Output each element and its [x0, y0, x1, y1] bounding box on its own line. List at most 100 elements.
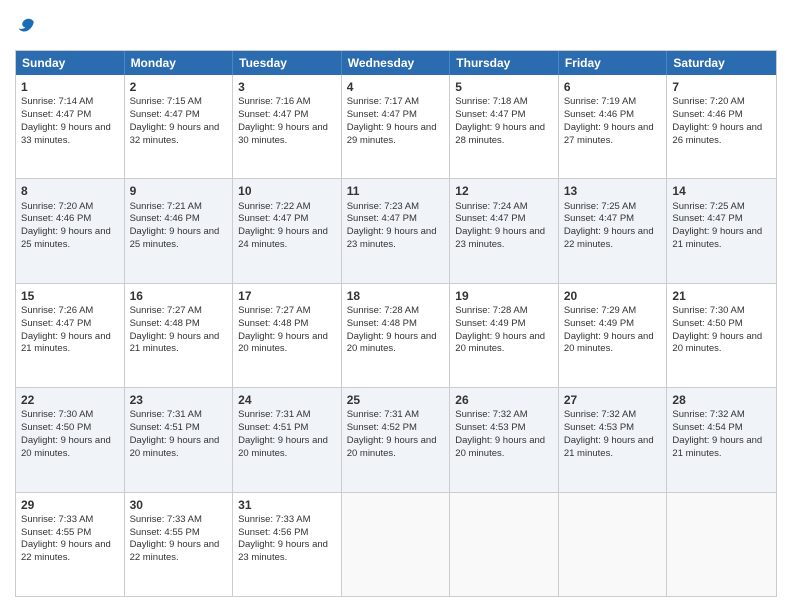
day-cell-10: 10Sunrise: 7:22 AMSunset: 4:47 PMDayligh…: [233, 179, 342, 282]
daylight-text: Daylight: 9 hours and 29 minutes.: [347, 122, 437, 146]
daylight-text: Daylight: 9 hours and 25 minutes.: [21, 226, 111, 250]
sunrise-text: Sunrise: 7:33 AM: [130, 514, 202, 525]
daylight-text: Daylight: 9 hours and 28 minutes.: [455, 122, 545, 146]
daylight-text: Daylight: 9 hours and 20 minutes.: [347, 435, 437, 459]
sunset-text: Sunset: 4:47 PM: [130, 109, 200, 120]
day-cell-22: 22Sunrise: 7:30 AMSunset: 4:50 PMDayligh…: [16, 388, 125, 491]
sunset-text: Sunset: 4:47 PM: [564, 213, 634, 224]
daylight-text: Daylight: 9 hours and 26 minutes.: [672, 122, 762, 146]
day-cell-6: 6Sunrise: 7:19 AMSunset: 4:46 PMDaylight…: [559, 75, 668, 178]
daylight-text: Daylight: 9 hours and 20 minutes.: [238, 435, 328, 459]
day-number: 27: [564, 392, 662, 408]
sunset-text: Sunset: 4:53 PM: [455, 422, 525, 433]
sunrise-text: Sunrise: 7:26 AM: [21, 305, 93, 316]
day-cell-4: 4Sunrise: 7:17 AMSunset: 4:47 PMDaylight…: [342, 75, 451, 178]
daylight-text: Daylight: 9 hours and 20 minutes.: [455, 331, 545, 355]
day-cell-30: 30Sunrise: 7:33 AMSunset: 4:55 PMDayligh…: [125, 493, 234, 596]
logo: [15, 15, 37, 40]
empty-cell: [667, 493, 776, 596]
daylight-text: Daylight: 9 hours and 27 minutes.: [564, 122, 654, 146]
day-number: 21: [672, 288, 771, 304]
sunset-text: Sunset: 4:55 PM: [21, 527, 91, 538]
daylight-text: Daylight: 9 hours and 24 minutes.: [238, 226, 328, 250]
sunrise-text: Sunrise: 7:32 AM: [455, 409, 527, 420]
daylight-text: Daylight: 9 hours and 21 minutes.: [21, 331, 111, 355]
daylight-text: Daylight: 9 hours and 21 minutes.: [672, 435, 762, 459]
day-cell-23: 23Sunrise: 7:31 AMSunset: 4:51 PMDayligh…: [125, 388, 234, 491]
day-number: 18: [347, 288, 445, 304]
day-number: 17: [238, 288, 336, 304]
daylight-text: Daylight: 9 hours and 20 minutes.: [672, 331, 762, 355]
sunset-text: Sunset: 4:51 PM: [238, 422, 308, 433]
day-cell-18: 18Sunrise: 7:28 AMSunset: 4:48 PMDayligh…: [342, 284, 451, 387]
day-cell-9: 9Sunrise: 7:21 AMSunset: 4:46 PMDaylight…: [125, 179, 234, 282]
day-cell-14: 14Sunrise: 7:25 AMSunset: 4:47 PMDayligh…: [667, 179, 776, 282]
day-cell-16: 16Sunrise: 7:27 AMSunset: 4:48 PMDayligh…: [125, 284, 234, 387]
day-number: 29: [21, 497, 119, 513]
day-cell-5: 5Sunrise: 7:18 AMSunset: 4:47 PMDaylight…: [450, 75, 559, 178]
sunset-text: Sunset: 4:47 PM: [455, 109, 525, 120]
day-cell-28: 28Sunrise: 7:32 AMSunset: 4:54 PMDayligh…: [667, 388, 776, 491]
day-cell-27: 27Sunrise: 7:32 AMSunset: 4:53 PMDayligh…: [559, 388, 668, 491]
calendar: SundayMondayTuesdayWednesdayThursdayFrid…: [15, 50, 777, 597]
day-number: 3: [238, 79, 336, 95]
col-header-monday: Monday: [125, 51, 234, 75]
daylight-text: Daylight: 9 hours and 21 minutes.: [130, 331, 220, 355]
sunrise-text: Sunrise: 7:32 AM: [672, 409, 744, 420]
day-cell-20: 20Sunrise: 7:29 AMSunset: 4:49 PMDayligh…: [559, 284, 668, 387]
sunrise-text: Sunrise: 7:31 AM: [347, 409, 419, 420]
day-number: 31: [238, 497, 336, 513]
daylight-text: Daylight: 9 hours and 22 minutes.: [21, 539, 111, 563]
day-number: 22: [21, 392, 119, 408]
sunrise-text: Sunrise: 7:31 AM: [238, 409, 310, 420]
sunrise-text: Sunrise: 7:25 AM: [564, 201, 636, 212]
sunset-text: Sunset: 4:53 PM: [564, 422, 634, 433]
empty-cell: [450, 493, 559, 596]
sunrise-text: Sunrise: 7:27 AM: [130, 305, 202, 316]
sunrise-text: Sunrise: 7:20 AM: [21, 201, 93, 212]
sunrise-text: Sunrise: 7:30 AM: [21, 409, 93, 420]
sunset-text: Sunset: 4:46 PM: [130, 213, 200, 224]
sunset-text: Sunset: 4:47 PM: [347, 213, 417, 224]
daylight-text: Daylight: 9 hours and 23 minutes.: [347, 226, 437, 250]
day-number: 15: [21, 288, 119, 304]
day-number: 23: [130, 392, 228, 408]
sunset-text: Sunset: 4:55 PM: [130, 527, 200, 538]
daylight-text: Daylight: 9 hours and 33 minutes.: [21, 122, 111, 146]
day-cell-21: 21Sunrise: 7:30 AMSunset: 4:50 PMDayligh…: [667, 284, 776, 387]
daylight-text: Daylight: 9 hours and 20 minutes.: [455, 435, 545, 459]
day-cell-13: 13Sunrise: 7:25 AMSunset: 4:47 PMDayligh…: [559, 179, 668, 282]
sunset-text: Sunset: 4:48 PM: [238, 318, 308, 329]
sunset-text: Sunset: 4:47 PM: [238, 213, 308, 224]
day-cell-24: 24Sunrise: 7:31 AMSunset: 4:51 PMDayligh…: [233, 388, 342, 491]
daylight-text: Daylight: 9 hours and 25 minutes.: [130, 226, 220, 250]
sunrise-text: Sunrise: 7:24 AM: [455, 201, 527, 212]
calendar-row-3: 15Sunrise: 7:26 AM Sunset: 4:47 PM Dayligh…: [16, 284, 776, 388]
day-number: 10: [238, 183, 336, 199]
daylight-text: Daylight: 9 hours and 21 minutes.: [672, 226, 762, 250]
sunrise-text: Sunrise: 7:32 AM: [564, 409, 636, 420]
empty-cell: [342, 493, 451, 596]
day-number: 13: [564, 183, 662, 199]
sunset-text: Sunset: 4:47 PM: [672, 213, 742, 224]
sunset-text: Sunset: 4:47 PM: [21, 318, 91, 329]
day-number: 1: [21, 79, 119, 95]
day-number: 25: [347, 392, 445, 408]
day-cell-11: 11Sunrise: 7:23 AMSunset: 4:47 PMDayligh…: [342, 179, 451, 282]
calendar-header: SundayMondayTuesdayWednesdayThursdayFrid…: [16, 51, 776, 75]
day-cell-2: 2Sunrise: 7:15 AMSunset: 4:47 PMDaylight…: [125, 75, 234, 178]
sunrise-text: Sunrise: 7:20 AM: [672, 96, 744, 107]
sunrise-text: Sunrise: 7:23 AM: [347, 201, 419, 212]
sunset-text: Sunset: 4:47 PM: [455, 213, 525, 224]
sunrise-text: Sunrise: 7:33 AM: [21, 514, 93, 525]
day-cell-7: 7Sunrise: 7:20 AMSunset: 4:46 PMDaylight…: [667, 75, 776, 178]
calendar-row-1: 1Sunrise: 7:14 AMSunset: 4:47 PMDaylight…: [16, 75, 776, 179]
sunrise-text: Sunrise: 7:28 AM: [347, 305, 419, 316]
sunrise-text: Sunrise: 7:18 AM: [455, 96, 527, 107]
day-number: 4: [347, 79, 445, 95]
sunset-text: Sunset: 4:48 PM: [130, 318, 200, 329]
day-cell-15: 15Sunrise: 7:26 AM Sunset: 4:47 PM Dayligh…: [16, 284, 125, 387]
calendar-row-2: 8Sunrise: 7:20 AMSunset: 4:46 PMDaylight…: [16, 179, 776, 283]
sunrise-text: Sunrise: 7:30 AM: [672, 305, 744, 316]
daylight-text: Daylight: 9 hours and 23 minutes.: [455, 226, 545, 250]
